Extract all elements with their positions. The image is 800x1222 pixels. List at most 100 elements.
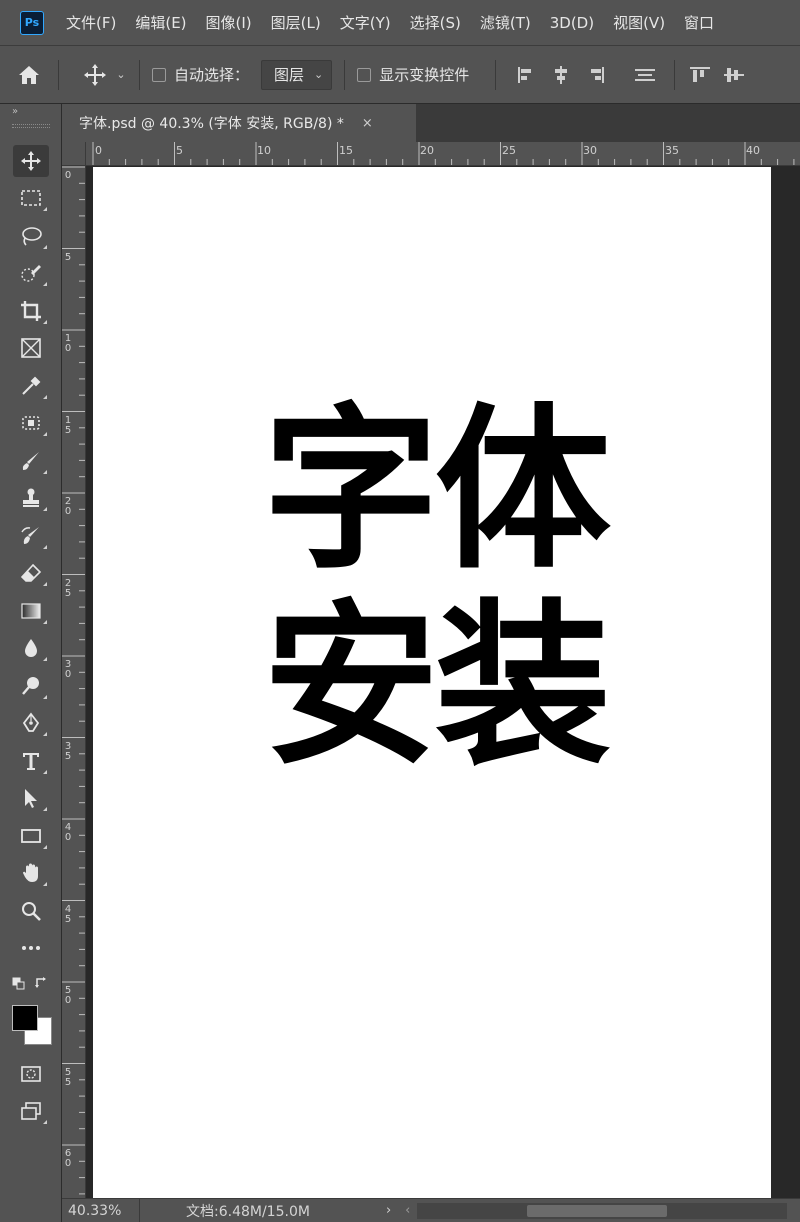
document-canvas-area[interactable]: 字体 安装	[86, 166, 800, 1198]
ruler-label: 10	[64, 333, 72, 354]
color-swatches	[0, 1003, 61, 1053]
rectangle-tool[interactable]	[0, 817, 62, 855]
frame-tool[interactable]	[0, 330, 62, 368]
ruler-label: 0	[95, 144, 102, 157]
document-canvas[interactable]: 字体 安装	[93, 167, 771, 1198]
brush-tool[interactable]	[0, 442, 62, 480]
tools-panel: »	[0, 104, 62, 1222]
align-left-edges-icon[interactable]	[516, 65, 538, 85]
artwork-text-line-2: 安装	[263, 584, 611, 789]
ruler-label: 15	[64, 415, 72, 436]
photoshop-logo[interactable]: Ps	[20, 10, 44, 35]
more-tools-icon	[22, 946, 40, 951]
blur-tool[interactable]	[0, 630, 62, 668]
show-transform-controls-checkbox[interactable]	[357, 67, 372, 82]
hand-tool-icon	[23, 863, 38, 883]
move-tool[interactable]	[0, 142, 62, 180]
align-vertical-centers-icon[interactable]	[723, 65, 745, 85]
close-icon[interactable]: ×	[362, 116, 373, 131]
panel-collapse-icon[interactable]: »	[0, 104, 61, 122]
type-tool-icon	[23, 752, 39, 770]
menu-image[interactable]: 图像(I)	[206, 12, 252, 33]
distribute-vertical-centers-icon[interactable]	[634, 65, 656, 85]
status-menu-arrow-icon[interactable]: ›	[386, 1203, 391, 1218]
gradient-tool-icon	[21, 603, 41, 619]
ruler-label: 15	[339, 144, 353, 157]
document-tab[interactable]: 字体.psd @ 40.3% (字体 安装, RGB/8) * ×	[62, 104, 416, 142]
ruler-label: 25	[502, 144, 516, 157]
auto-select-target-dropdown[interactable]: 图层 ⌄	[261, 59, 333, 90]
align-horizontal-centers-icon[interactable]	[550, 65, 572, 85]
zoom-tool[interactable]	[0, 892, 62, 930]
zoom-level[interactable]: 40.33%	[62, 1198, 140, 1222]
vertical-ruler: 0 5 10 15 20 25 30 35 40 45 50 55 60	[62, 166, 86, 1198]
align-right-edges-icon[interactable]	[584, 65, 606, 85]
ruler-label: 45	[64, 904, 72, 925]
horizontal-scrollbar[interactable]	[417, 1203, 787, 1219]
ruler-label: 20	[64, 496, 72, 517]
eraser-tool-icon	[20, 564, 42, 583]
screen-mode-icon	[21, 1102, 41, 1121]
type-tool[interactable]	[0, 742, 62, 780]
menu-bar: Ps 文件(F) 编辑(E) 图像(I) 图层(L) 文字(Y) 选择(S) 滤…	[0, 0, 800, 46]
screen-mode[interactable]	[0, 1093, 62, 1131]
ruler-label: 35	[665, 144, 679, 157]
quick-mask-mode[interactable]	[0, 1055, 62, 1093]
quick-selection-tool[interactable]	[0, 255, 62, 293]
artwork-text-line-1: 字体	[263, 388, 611, 593]
menu-type[interactable]: 文字(Y)	[340, 12, 391, 33]
path-selection-tool[interactable]	[0, 780, 62, 818]
default-colors-icon[interactable]	[12, 977, 26, 991]
eraser-tool[interactable]	[0, 555, 62, 593]
menu-view[interactable]: 视图(V)	[613, 12, 665, 33]
menu-window[interactable]: 窗口	[684, 12, 714, 33]
ruler-label: 40	[64, 822, 72, 843]
path-selection-tool-icon	[25, 789, 37, 809]
move-tool-icon	[21, 150, 41, 171]
eyedropper-tool-icon	[22, 376, 41, 395]
scroll-left-icon[interactable]: ‹	[405, 1203, 410, 1218]
gradient-tool[interactable]	[0, 592, 62, 630]
menu-file[interactable]: 文件(F)	[66, 12, 116, 33]
dodge-tool-icon	[22, 676, 39, 695]
menu-filter[interactable]: 滤镜(T)	[480, 12, 531, 33]
pen-tool-icon	[22, 712, 40, 733]
foreground-color-swatch[interactable]	[12, 1005, 38, 1031]
ruler-label: 50	[64, 985, 72, 1006]
more-tools[interactable]	[0, 930, 62, 968]
menu-layer[interactable]: 图层(L)	[271, 12, 321, 33]
history-brush-tool[interactable]	[0, 517, 62, 555]
marquee-tool[interactable]	[0, 180, 62, 218]
hand-tool[interactable]	[0, 855, 62, 893]
crop-tool[interactable]	[0, 292, 62, 330]
ruler-label: 30	[64, 659, 72, 680]
quick-selection-tool-icon	[21, 265, 41, 282]
ruler-label: 0	[64, 170, 72, 181]
pen-tool[interactable]	[0, 705, 62, 743]
spot-healing-tool[interactable]	[0, 405, 62, 443]
vertical-scrollbar[interactable]	[780, 166, 800, 1198]
align-top-edges-icon[interactable]	[689, 65, 711, 85]
menu-3d[interactable]: 3D(D)	[550, 14, 594, 32]
horizontal-scrollbar-thumb[interactable]	[527, 1205, 667, 1217]
auto-select-target-value: 图层	[274, 66, 305, 84]
ruler-label: 25	[64, 578, 72, 599]
home-icon[interactable]	[0, 65, 58, 85]
menu-select[interactable]: 选择(S)	[410, 12, 461, 33]
ruler-origin[interactable]	[62, 142, 86, 166]
ruler-label: 40	[746, 144, 760, 157]
ruler-label: 35	[64, 741, 72, 762]
dodge-tool[interactable]	[0, 667, 62, 705]
document-size-info[interactable]: 文档:6.48M/15.0M	[186, 1201, 310, 1221]
panel-grip[interactable]	[11, 124, 50, 128]
swap-colors-icon[interactable]	[34, 975, 50, 991]
clone-stamp-tool[interactable]	[0, 480, 62, 518]
auto-select-checkbox[interactable]	[152, 67, 166, 82]
spot-healing-tool-icon	[22, 416, 40, 431]
auto-select-label: 自动选择：	[174, 66, 250, 84]
move-tool-preset-icon[interactable]: ⌄	[77, 62, 131, 88]
menu-edit[interactable]: 编辑(E)	[135, 12, 186, 33]
lasso-tool[interactable]	[0, 217, 62, 255]
eyedropper-tool[interactable]	[0, 367, 62, 405]
ruler-label: 10	[257, 144, 271, 157]
